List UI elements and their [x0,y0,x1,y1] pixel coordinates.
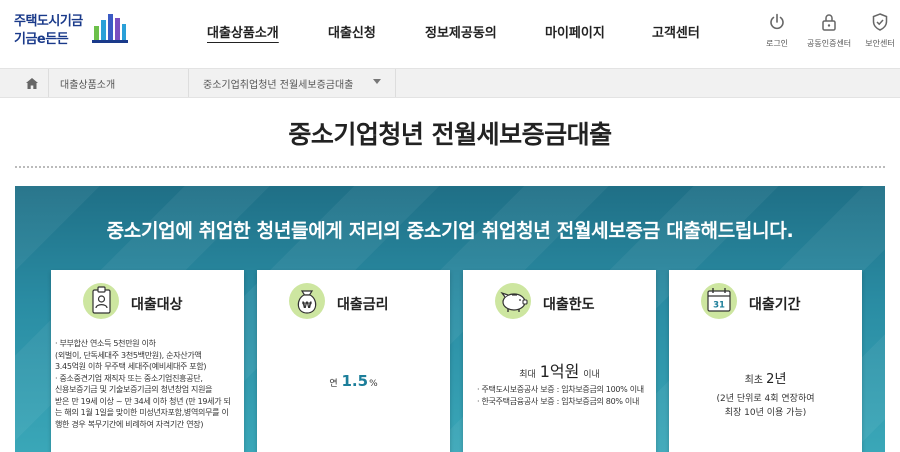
login-label: 로그인 [765,39,789,48]
security-center-label: 보안센터 [865,39,895,48]
card-title: 대출대상 [131,297,183,313]
page-title: 중소기업청년 전월세보증금대출 [288,120,612,149]
rate-value: 연 1.5% [257,372,450,390]
card-title: 대출한도 [543,297,595,313]
rate-prefix: 연 [329,379,338,389]
breadcrumb-level1[interactable]: 대출상품소개 [60,76,115,91]
card-loan-rate: ₩ 대출금리 연 1.5% [257,270,450,452]
title-divider [15,166,885,168]
breadcrumb: 대출상품소개 중소기업취업청년 전월세보증금대출 [0,68,900,98]
card-title: 대출금리 [337,297,389,313]
rate-unit: % [369,379,378,389]
target-conditions: · 부부합산 연소득 5천만원 이하 (외벌이, 단독세대주 3천5백만원), … [51,338,244,430]
period-prefix: 최초 [744,375,763,386]
breadcrumb-divider [48,69,49,97]
logo-text-line2: 기금e든든 [14,32,69,47]
piggy-bank-icon [495,283,531,319]
breadcrumb-divider [395,69,396,97]
chevron-down-icon[interactable] [373,79,381,84]
card-loan-period: 31 대출기간 최초 2년 (2년 단위로 4회 연장하여 최장 10년 이용 … [669,270,862,452]
calendar-day: 31 [713,301,725,311]
condition-line: 3.45억원 이하 무주택 세대주(예비세대주 포함) [55,362,207,371]
condition-line: 신용보증기금 및 기술보증기금의 청년창업 지원을 [55,385,213,394]
logo-text-line1: 주택도시기금 [14,14,83,29]
security-center-button[interactable]: 보안센터 [858,12,900,49]
limit-prefix: 최대 [519,370,536,380]
rate-number: 1.5 [341,372,369,390]
breadcrumb-divider [188,69,189,97]
power-icon [770,13,784,30]
condition-line: 받은 만 19세 이상 ~ 만 34세 이하 청년 (만 19세가 되 [55,396,231,406]
condition-line: 행한 경우 복무기간에 비례하여 자격기간 연장) [55,419,204,429]
cert-center-button[interactable]: 공동인증센터 [807,12,851,49]
product-banner: 중소기업에 취업한 청년들에게 저리의 중소기업 취업청년 전월세보증금 대출해… [15,186,885,452]
period-value: 최초 2년 [669,368,862,387]
limit-amount: 1억원 [539,362,580,381]
period-number: 2년 [766,372,787,387]
nav-item-loan-products[interactable]: 대출상품소개 [207,22,279,41]
condition-line: 는 해의 1월 1일을 맞이한 미성년자포함,병역의무를 이 [55,408,229,417]
limit-suffix: 이내 [583,370,600,380]
period-desc-line: 최장 10년 이용 가능) [724,408,807,418]
card-header: ₩ 대출금리 [257,270,450,330]
condition-line: (외벌이, 단독세대주 3천5백만원), 순자산가액 [55,350,202,360]
money-bag-icon: ₩ [289,283,325,319]
home-icon [26,77,38,89]
home-button[interactable] [15,69,49,97]
card-header: 대출대상 [51,270,244,330]
login-button[interactable]: 로그인 [755,12,799,49]
period-desc-line: (2년 단위로 4회 연장하여 [716,394,815,404]
nav-item-info-consent[interactable]: 정보제공동의 [425,22,497,41]
shield-icon [872,13,888,31]
site-logo[interactable]: 주택도시기금 기금e든든 [14,10,129,50]
id-card-icon [83,283,119,319]
calendar-icon: 31 [701,283,737,319]
condition-line: · 중소중견기업 재직자 또는 중소기업진흥공단, [55,373,203,383]
limit-value: 최대 1억원 이내 [463,358,656,382]
card-header: 대출한도 [463,270,656,330]
card-loan-target: 대출대상 · 부부합산 연소득 5천만원 이하 (외벌이, 단독세대주 3천5백… [51,270,244,452]
nav-item-customer-center[interactable]: 고객센터 [652,22,700,41]
breadcrumb-level2-select[interactable]: 중소기업취업청년 전월세보증금대출 [203,76,353,91]
limit-note: · 주택도시보증공사 보증 : 임차보증금의 100% 이내 [477,385,644,394]
card-header: 31 대출기간 [669,270,862,330]
condition-line: · 부부합산 연소득 5천만원 이하 [55,339,156,348]
limit-note: · 한국주택금융공사 보증 : 임차보증금의 80% 이내 [477,397,640,406]
card-loan-limit: 대출한도 최대 1억원 이내 · 주택도시보증공사 보증 : 임차보증금의 10… [463,270,656,452]
lock-icon [822,14,836,31]
svg-text:₩: ₩ [302,301,312,311]
nav-item-loan-apply[interactable]: 대출신청 [328,22,376,41]
limit-notes: · 주택도시보증공사 보증 : 임차보증금의 100% 이내 · 한국주택금융공… [477,384,644,408]
nav-item-mypage[interactable]: 마이페이지 [545,22,605,41]
period-description: (2년 단위로 4회 연장하여 최장 10년 이용 가능) [669,392,862,420]
banner-headline: 중소기업에 취업한 청년들에게 저리의 중소기업 취업청년 전월세보증금 대출해… [106,220,794,242]
card-title: 대출기간 [749,297,801,313]
cert-center-label: 공동인증센터 [807,39,852,48]
logo-mark-icon [92,14,128,43]
site-header: 주택도시기금 기금e든든 대출상품소개 대출신청 정보제공동의 마이페이지 고객… [0,0,900,62]
